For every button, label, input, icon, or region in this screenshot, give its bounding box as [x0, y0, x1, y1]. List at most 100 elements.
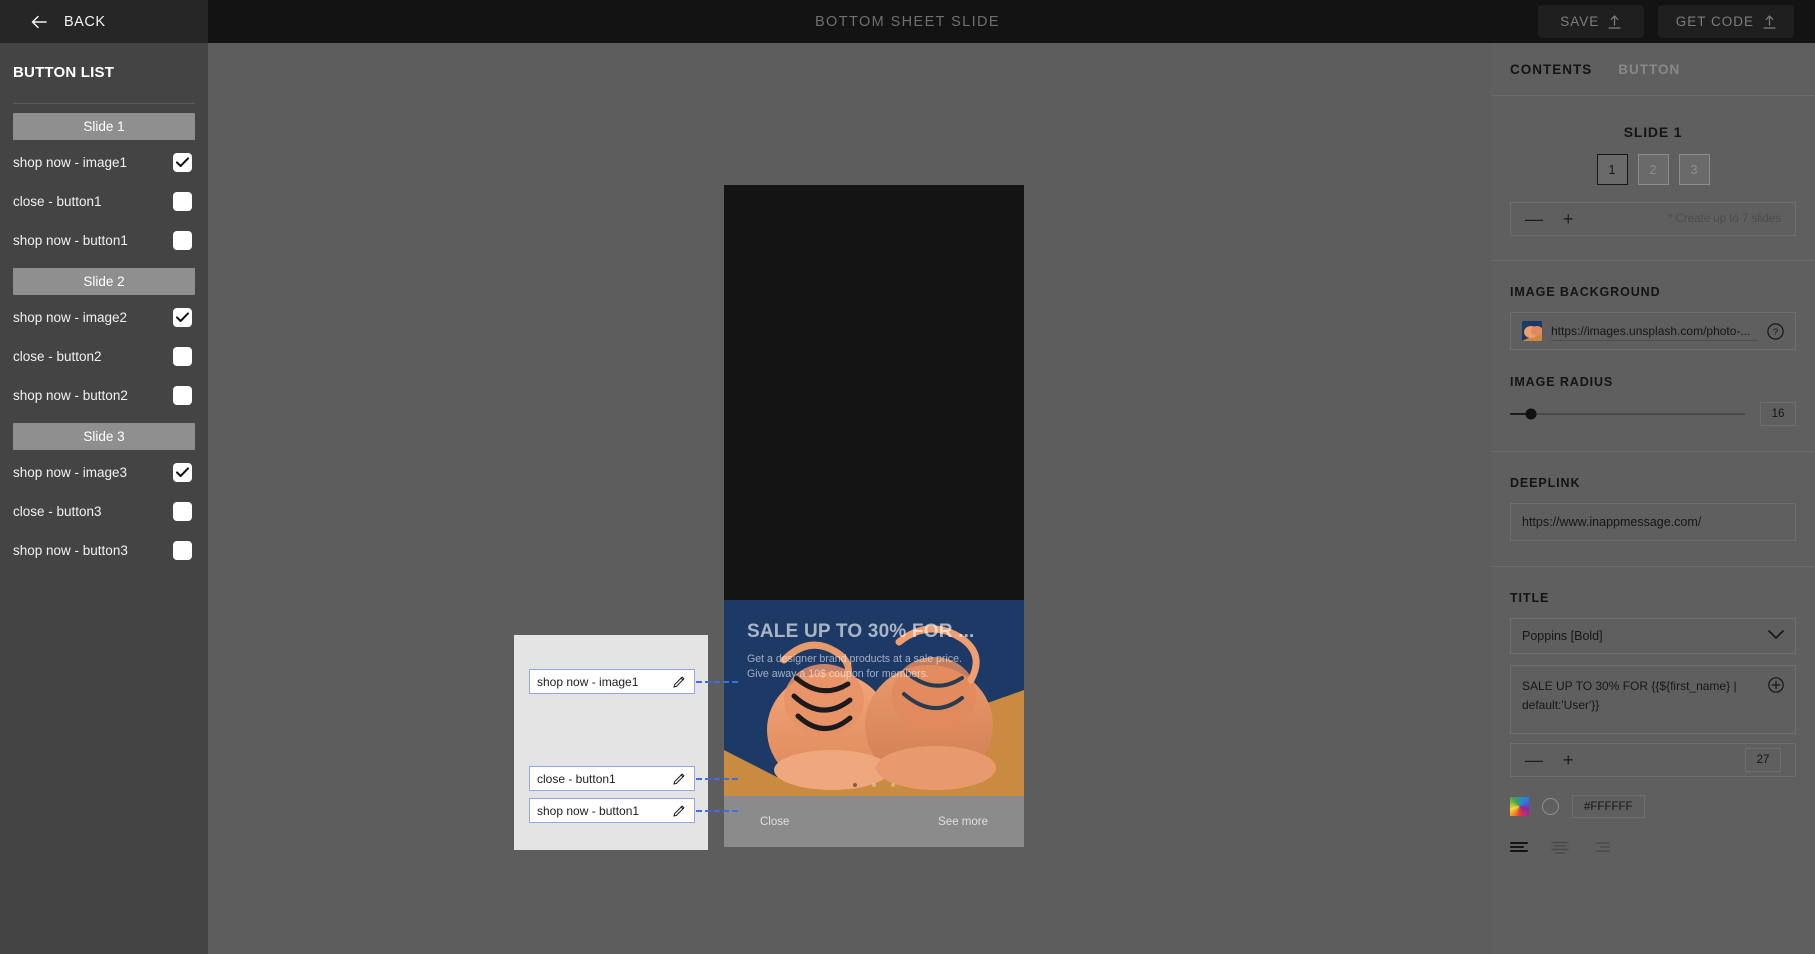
svg-text:?: ? — [1773, 327, 1778, 338]
slide-dot[interactable] — [891, 783, 895, 787]
button-list-item[interactable]: shop now - image2 — [13, 298, 195, 337]
color-picker-swatch[interactable] — [1510, 797, 1529, 816]
button-list-item[interactable]: close - button2 — [13, 337, 195, 376]
chevron-down-icon — [1768, 629, 1784, 643]
button-list-item[interactable]: close - button1 — [13, 182, 195, 221]
get-code-button[interactable]: GET CODE — [1657, 5, 1794, 38]
add-slide-button[interactable]: + — [1563, 210, 1574, 228]
top-bar: BACK BOTTOM SHEET SLIDE SAVE GET CODE — [0, 0, 1815, 43]
checkbox-checked[interactable] — [173, 463, 192, 482]
connector-line — [696, 778, 738, 780]
image-radius-slider[interactable] — [1510, 408, 1745, 420]
title-align-row — [1510, 841, 1796, 855]
pencil-icon[interactable] — [673, 772, 685, 785]
title-font-size-stepper: — + 27 — [1510, 743, 1796, 777]
title-section: TITLE Poppins [Bold] SALE UP TO 30% FOR … — [1491, 567, 1815, 855]
save-label: SAVE — [1560, 14, 1600, 29]
title-font-value: Poppins [Bold] — [1522, 629, 1603, 643]
name-value: shop now - image1 — [537, 674, 639, 689]
checkbox-checked[interactable] — [173, 153, 192, 172]
tab-button[interactable]: BUTTON — [1618, 62, 1680, 77]
name-input-image1[interactable]: shop now - image1 — [529, 669, 695, 694]
slider-knob[interactable] — [1525, 408, 1537, 420]
back-label: BACK — [64, 13, 106, 30]
button-list-item-label: shop now - image3 — [13, 465, 128, 480]
sheet-action-bar: Close See more — [724, 796, 1024, 847]
checkbox-unchecked[interactable] — [173, 386, 192, 405]
topbar-actions: SAVE GET CODE — [1537, 5, 1794, 38]
title-text-input[interactable]: SALE UP TO 30% FOR {{${first_name} | def… — [1510, 665, 1796, 734]
name-row-close1: close - button1 — [529, 766, 738, 791]
sheet-body-line1: Get a designer brand products at a sale … — [747, 652, 962, 665]
name-input-button1[interactable]: shop now - button1 — [529, 798, 695, 823]
slide-dot-active[interactable] — [853, 783, 857, 787]
button-list-item[interactable]: shop now - button2 — [13, 376, 195, 415]
color-preview-circle[interactable] — [1542, 798, 1559, 815]
button-list-item[interactable]: shop now - image3 — [13, 453, 195, 492]
button-list-item-label: shop now - button2 — [13, 388, 128, 403]
image-radius-row: 16 — [1510, 402, 1796, 426]
title-font-size-value[interactable]: 27 — [1745, 748, 1781, 772]
button-list-item[interactable]: shop now - image1 — [13, 143, 195, 182]
sidebar-title: BUTTON LIST — [13, 64, 115, 81]
back-button[interactable]: BACK — [0, 0, 208, 43]
slide-number-3[interactable]: 3 — [1678, 154, 1710, 185]
help-icon[interactable]: ? — [1767, 322, 1784, 340]
title-label: TITLE — [1510, 591, 1550, 605]
remove-slide-button[interactable]: — — [1525, 210, 1543, 228]
name-value: close - button1 — [537, 771, 616, 786]
add-variable-icon[interactable] — [1768, 677, 1784, 693]
slide-dot[interactable] — [872, 783, 876, 787]
tab-contents[interactable]: CONTENTS — [1510, 62, 1592, 77]
connector-line — [696, 810, 738, 812]
slide-section: SLIDE 1 1 2 3 — + * Create up to 7 slide… — [1491, 124, 1815, 236]
phone-preview: SALE UP TO 30% FOR ... Get a designer br… — [724, 185, 1024, 847]
image-radius-value[interactable]: 16 — [1760, 402, 1796, 426]
get-code-label: GET CODE — [1675, 14, 1754, 29]
title-color-hex[interactable]: #FFFFFF — [1572, 795, 1645, 818]
button-list-item-label: close - button3 — [13, 504, 102, 519]
pencil-icon[interactable] — [673, 804, 685, 817]
close-button[interactable]: Close — [760, 816, 789, 828]
increase-font-size-button[interactable]: + — [1563, 751, 1574, 769]
slide-number-2[interactable]: 2 — [1637, 154, 1669, 185]
button-list: Slide 1 shop now - image1 close - button1 s… — [13, 113, 195, 570]
sheet-image[interactable]: SALE UP TO 30% FOR ... Get a designer br… — [724, 600, 1024, 796]
button-name-popup: shop now - image1 close - button1 shop n… — [514, 635, 738, 850]
image-radius-label: IMAGE RADIUS — [1510, 375, 1614, 389]
panel-tabs: CONTENTS BUTTON — [1491, 43, 1815, 96]
button-list-item-label: close - button1 — [13, 194, 102, 209]
checkbox-unchecked[interactable] — [173, 192, 192, 211]
checkbox-unchecked[interactable] — [173, 541, 192, 560]
deeplink-input[interactable]: https://www.inappmessage.com/ — [1510, 503, 1796, 541]
sheet-body-line2: Give away a 10$ coupon for members. — [747, 668, 929, 681]
image-url-input[interactable] — [1551, 321, 1758, 341]
checkbox-unchecked[interactable] — [173, 231, 192, 250]
title-font-select[interactable]: Poppins [Bold] — [1510, 618, 1796, 654]
deeplink-section: DEEPLINK https://www.inappmessage.com/ — [1491, 452, 1815, 541]
align-left-icon[interactable] — [1510, 841, 1528, 855]
slide-group-header[interactable]: Slide 3 — [13, 423, 195, 450]
button-list-item[interactable]: close - button3 — [13, 492, 195, 531]
button-list-item[interactable]: shop now - button1 — [13, 221, 195, 260]
create-slides-note: * Create up to 7 slides — [1667, 213, 1781, 225]
divider — [13, 103, 195, 104]
checkbox-unchecked[interactable] — [173, 502, 192, 521]
align-right-icon[interactable] — [1592, 841, 1610, 855]
image-url-row: ? — [1510, 312, 1796, 350]
see-more-button[interactable]: See more — [938, 816, 988, 828]
name-row-button1: shop now - button1 — [529, 798, 738, 823]
slide-group-header[interactable]: Slide 1 — [13, 113, 195, 140]
slide-number-1[interactable]: 1 — [1596, 154, 1628, 185]
pencil-icon[interactable] — [673, 675, 685, 688]
button-list-item[interactable]: shop now - button3 — [13, 531, 195, 570]
align-center-icon[interactable] — [1551, 841, 1569, 855]
save-button[interactable]: SAVE — [1537, 5, 1644, 38]
checkbox-unchecked[interactable] — [173, 347, 192, 366]
name-row-image1: shop now - image1 — [529, 669, 738, 694]
decrease-font-size-button[interactable]: — — [1525, 751, 1543, 769]
title-text-value: SALE UP TO 30% FOR {{${first_name} | def… — [1522, 679, 1737, 712]
name-input-close1[interactable]: close - button1 — [529, 766, 695, 791]
slide-group-header[interactable]: Slide 2 — [13, 268, 195, 295]
checkbox-checked[interactable] — [173, 308, 192, 327]
